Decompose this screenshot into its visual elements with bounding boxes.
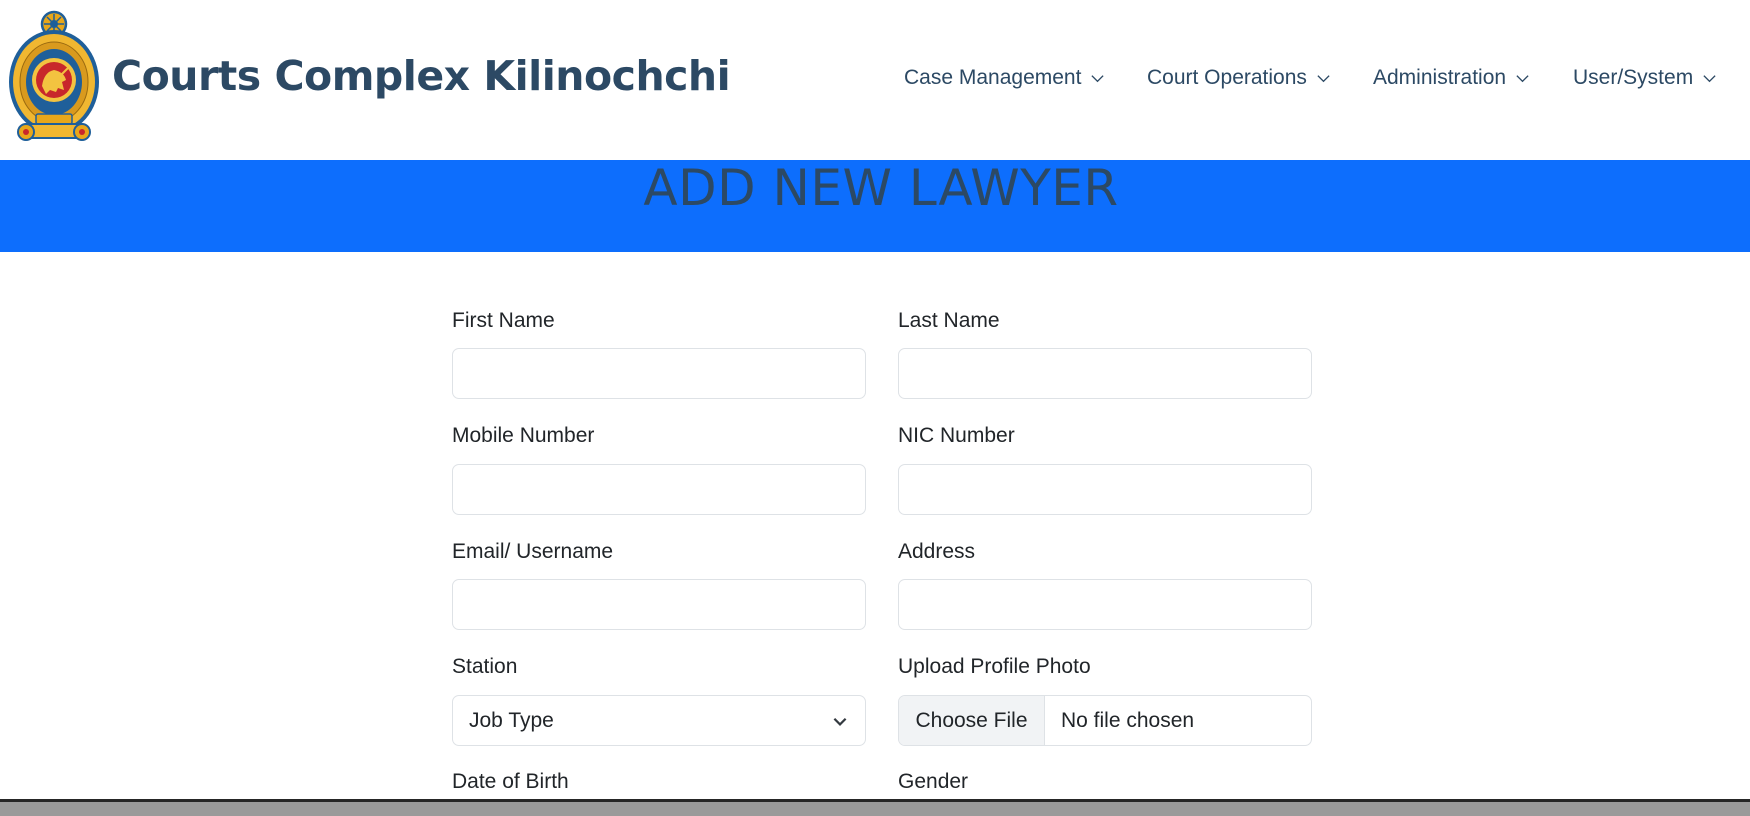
first-name-label: First Name xyxy=(452,309,555,332)
sri-lanka-emblem-logo[interactable] xyxy=(6,10,102,146)
date-of-birth-label: Date of Birth xyxy=(452,770,569,793)
address-input[interactable] xyxy=(898,579,1312,630)
chevron-down-icon xyxy=(1516,74,1529,82)
station-select[interactable]: Job Type xyxy=(452,695,866,746)
last-name-label: Last Name xyxy=(898,309,1000,332)
nav-label: Administration xyxy=(1373,66,1507,89)
nav-item-user-system[interactable]: User/System xyxy=(1573,66,1717,90)
chevron-down-icon xyxy=(1091,74,1105,82)
chevron-down-icon xyxy=(1317,74,1330,82)
nic-number-input[interactable] xyxy=(898,464,1312,515)
choose-file-button[interactable]: Choose File xyxy=(899,696,1045,745)
nav-label: Court Operations xyxy=(1147,66,1307,89)
profile-photo-file-input[interactable]: Choose File No file chosen xyxy=(898,695,1312,746)
nic-number-label: NIC Number xyxy=(898,424,1015,447)
nav-label: Case Management xyxy=(904,66,1082,89)
upload-profile-photo-label: Upload Profile Photo xyxy=(898,655,1091,678)
nav-item-administration[interactable]: Administration xyxy=(1373,66,1530,90)
mobile-number-input[interactable] xyxy=(452,464,866,515)
chevron-down-icon xyxy=(1703,74,1716,82)
last-name-input[interactable] xyxy=(898,348,1312,399)
nav-item-court-operations[interactable]: Court Operations xyxy=(1147,66,1331,90)
file-status-text: No file chosen xyxy=(1061,708,1195,732)
site-header: Courts Complex Kilinochchi Case Manageme… xyxy=(0,0,1750,160)
mobile-number-label: Mobile Number xyxy=(452,424,595,447)
address-label: Address xyxy=(898,540,976,563)
nav-label: User/System xyxy=(1573,66,1694,89)
email-username-input[interactable] xyxy=(452,579,866,630)
station-selected-value: Job Type xyxy=(469,708,554,732)
gender-label: Gender xyxy=(898,770,969,793)
window-bottom-edge xyxy=(0,799,1750,816)
email-username-label: Email/ Username xyxy=(452,540,614,563)
station-label: Station xyxy=(452,655,518,678)
nav-item-case-management[interactable]: Case Management xyxy=(904,66,1105,90)
site-title[interactable]: Courts Complex Kilinochchi xyxy=(112,52,731,100)
page-title: ADD NEW LAWYER xyxy=(643,159,1119,217)
first-name-input[interactable] xyxy=(452,348,866,399)
chevron-down-icon xyxy=(833,717,847,726)
